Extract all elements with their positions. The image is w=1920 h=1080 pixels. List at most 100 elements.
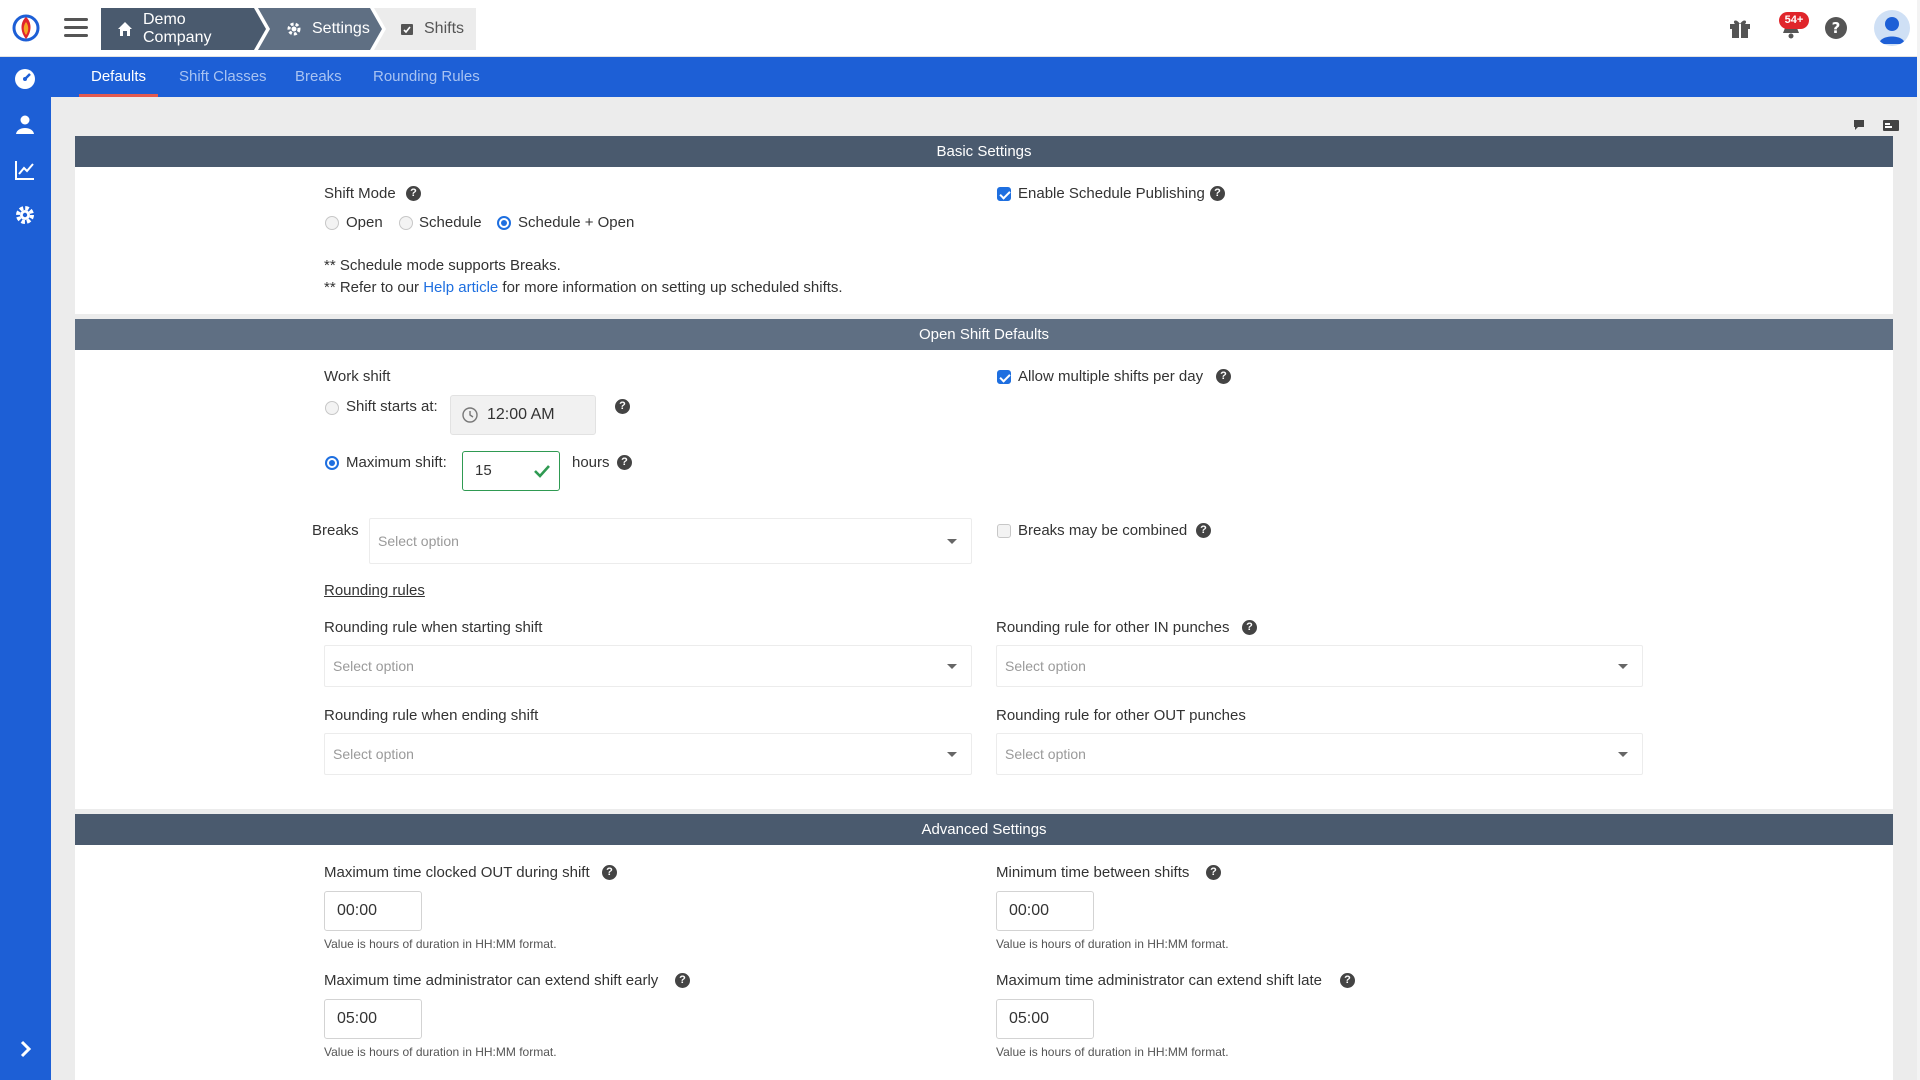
shift-starts-label: Shift starts at:: [346, 398, 438, 415]
max-out-hint: Value is hours of duration in HH:MM form…: [324, 937, 557, 951]
app-logo-icon[interactable]: [12, 14, 40, 42]
round-end-label: Rounding rule when ending shift: [324, 707, 539, 724]
breadcrumb-settings-label: Settings: [312, 20, 370, 37]
shift-mode-help-icon[interactable]: ?: [406, 186, 421, 201]
max-out-help-icon[interactable]: ?: [602, 865, 617, 880]
valid-check-icon: [534, 465, 550, 478]
chevron-down-icon: [1618, 752, 1628, 757]
breaks-combined-label: Breaks may be combined: [1018, 522, 1188, 539]
breadcrumb: Demo Company Settings Shifts: [101, 8, 476, 50]
shift-start-time-value: 12:00 AM: [487, 406, 555, 423]
mode-open-radio[interactable]: [325, 216, 339, 230]
max-shift-radio[interactable]: [325, 456, 339, 470]
round-out-label: Rounding rule for other OUT punches: [996, 707, 1246, 724]
section-advanced-settings: Advanced Settings: [75, 814, 1893, 845]
extend-late-hint: Value is hours of duration in HH:MM form…: [996, 1045, 1229, 1059]
help-icon[interactable]: ?: [1823, 15, 1849, 41]
extend-early-hint: Value is hours of duration in HH:MM form…: [324, 1045, 557, 1059]
round-start-label: Rounding rule when starting shift: [324, 619, 543, 636]
round-in-help-icon[interactable]: ?: [1242, 620, 1257, 635]
breaks-combined-checkbox[interactable]: [997, 524, 1011, 538]
id-card-icon[interactable]: [1882, 117, 1900, 133]
comment-icon[interactable]: [1852, 117, 1868, 133]
gear-icon: [286, 21, 302, 37]
breaks-combined-help-icon[interactable]: ?: [1196, 523, 1211, 538]
chevron-down-icon: [947, 664, 957, 669]
max-shift-value: 15: [475, 462, 492, 479]
breadcrumb-shifts-label: Shifts: [424, 20, 465, 37]
mode-schedule-open-label: Schedule + Open: [518, 214, 635, 231]
enable-publishing-label: Enable Schedule Publishing: [1018, 185, 1205, 202]
tab-defaults[interactable]: Defaults: [78, 57, 159, 97]
extend-late-input[interactable]: 05:00: [996, 999, 1094, 1039]
max-shift-label: Maximum shift:: [346, 454, 447, 471]
publishing-help-icon[interactable]: ?: [1210, 186, 1225, 201]
max-out-input[interactable]: 00:00: [324, 891, 422, 931]
user-avatar[interactable]: [1874, 10, 1910, 46]
left-rail: [0, 57, 51, 1080]
round-start-select[interactable]: Select option: [324, 645, 972, 687]
extend-late-label: Maximum time administrator can extend sh…: [996, 972, 1322, 989]
chevron-down-icon: [1618, 664, 1628, 669]
extend-early-help-icon[interactable]: ?: [675, 973, 690, 988]
extend-late-help-icon[interactable]: ?: [1340, 973, 1355, 988]
user-icon: [1879, 17, 1905, 44]
round-out-placeholder: Select option: [1005, 746, 1086, 762]
breaks-select[interactable]: Select option: [369, 518, 972, 564]
expand-chevron-icon[interactable]: [13, 1037, 37, 1061]
reports-chart-icon[interactable]: [13, 158, 37, 182]
mode-schedule-label: Schedule: [419, 214, 482, 231]
round-end-select[interactable]: Select option: [324, 733, 972, 775]
help-article-link[interactable]: Help article: [423, 279, 498, 296]
hours-label: hours: [572, 454, 610, 471]
breaks-select-placeholder: Select option: [378, 533, 459, 549]
gift-icon[interactable]: [1727, 15, 1753, 41]
shift-starts-radio[interactable]: [325, 401, 339, 415]
allow-multiple-help-icon[interactable]: ?: [1216, 369, 1231, 384]
svg-text:?: ?: [1832, 19, 1841, 37]
tab-rounding-rules[interactable]: Rounding Rules: [373, 57, 480, 97]
extend-early-label: Maximum time administrator can extend sh…: [324, 972, 659, 989]
max-shift-input[interactable]: 15: [462, 451, 560, 491]
dashboard-icon[interactable]: [13, 67, 37, 91]
help-article-note: ** Refer to our Help article for more in…: [324, 279, 843, 296]
min-between-help-icon[interactable]: ?: [1206, 865, 1221, 880]
shift-starts-help-icon[interactable]: ?: [615, 399, 630, 414]
breadcrumb-settings[interactable]: Settings: [258, 8, 382, 50]
calendar-check-icon: [401, 24, 413, 35]
home-icon: [117, 21, 133, 37]
settings-gear-icon[interactable]: [13, 203, 37, 227]
max-shift-help-icon[interactable]: ?: [617, 455, 632, 470]
schedule-note: ** Schedule mode supports Breaks.: [324, 257, 561, 274]
clock-icon: [462, 407, 478, 423]
section-open-shift-defaults: Open Shift Defaults: [75, 319, 1893, 350]
breadcrumb-company[interactable]: Demo Company: [101, 8, 266, 50]
breadcrumb-shifts[interactable]: Shifts: [374, 8, 476, 50]
chevron-down-icon: [947, 752, 957, 757]
work-shift-label: Work shift: [324, 368, 391, 385]
tab-shift-classes[interactable]: Shift Classes: [179, 57, 267, 97]
menu-toggle-icon[interactable]: [64, 18, 88, 38]
chevron-down-icon: [947, 539, 957, 544]
extend-early-input[interactable]: 05:00: [324, 999, 422, 1039]
users-icon[interactable]: [13, 113, 37, 137]
round-out-select[interactable]: Select option: [996, 733, 1643, 775]
allow-multiple-checkbox[interactable]: [997, 370, 1011, 384]
round-in-placeholder: Select option: [1005, 658, 1086, 674]
min-between-hint: Value is hours of duration in HH:MM form…: [996, 937, 1229, 951]
min-between-input[interactable]: 00:00: [996, 891, 1094, 931]
round-in-label: Rounding rule for other IN punches: [996, 619, 1230, 636]
mode-schedule-radio[interactable]: [399, 216, 413, 230]
tab-breaks[interactable]: Breaks: [295, 57, 342, 97]
note-suffix: for more information on setting up sched…: [502, 279, 843, 296]
section-basic-settings: Basic Settings: [75, 136, 1893, 167]
settings-tabs: Defaults Shift Classes Breaks Rounding R…: [51, 57, 1920, 97]
round-end-placeholder: Select option: [333, 746, 414, 762]
top-bar: Demo Company Settings Shifts 54+ ?: [0, 0, 1920, 57]
round-in-select[interactable]: Select option: [996, 645, 1643, 687]
mode-schedule-open-radio[interactable]: [497, 216, 511, 230]
allow-multiple-label: Allow multiple shifts per day: [1018, 368, 1204, 385]
shift-start-time-input[interactable]: 12:00 AM: [450, 395, 596, 435]
notification-badge: 54+: [1779, 12, 1809, 29]
enable-publishing-checkbox[interactable]: [997, 187, 1011, 201]
